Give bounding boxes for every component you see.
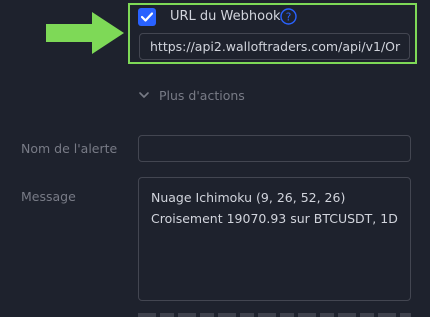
help-icon[interactable]: ? — [280, 8, 297, 25]
webhook-label: URL du Webhook — [170, 9, 281, 24]
webhook-checkbox[interactable] — [138, 8, 156, 26]
svg-text:?: ? — [286, 11, 292, 23]
alert-name-input[interactable] — [138, 135, 411, 162]
message-line: Croisement 19070.93 sur BTCUSDT, 1D — [151, 211, 398, 226]
webhook-url-input[interactable] — [139, 33, 410, 60]
more-actions-toggle[interactable]: Plus d'actions — [138, 86, 245, 104]
chevron-down-icon — [139, 92, 149, 98]
arrow-right-icon — [46, 12, 124, 54]
message-hint-cutoff — [138, 311, 411, 317]
message-label: Message — [21, 189, 76, 204]
more-actions-label: Plus d'actions — [159, 87, 245, 103]
message-textarea[interactable]: Nuage Ichimoku (9, 26, 52, 26) Croisemen… — [138, 177, 411, 301]
message-line: Nuage Ichimoku (9, 26, 52, 26) — [151, 190, 346, 205]
check-icon — [141, 12, 153, 22]
alert-name-label: Nom de l'alerte — [21, 141, 118, 156]
